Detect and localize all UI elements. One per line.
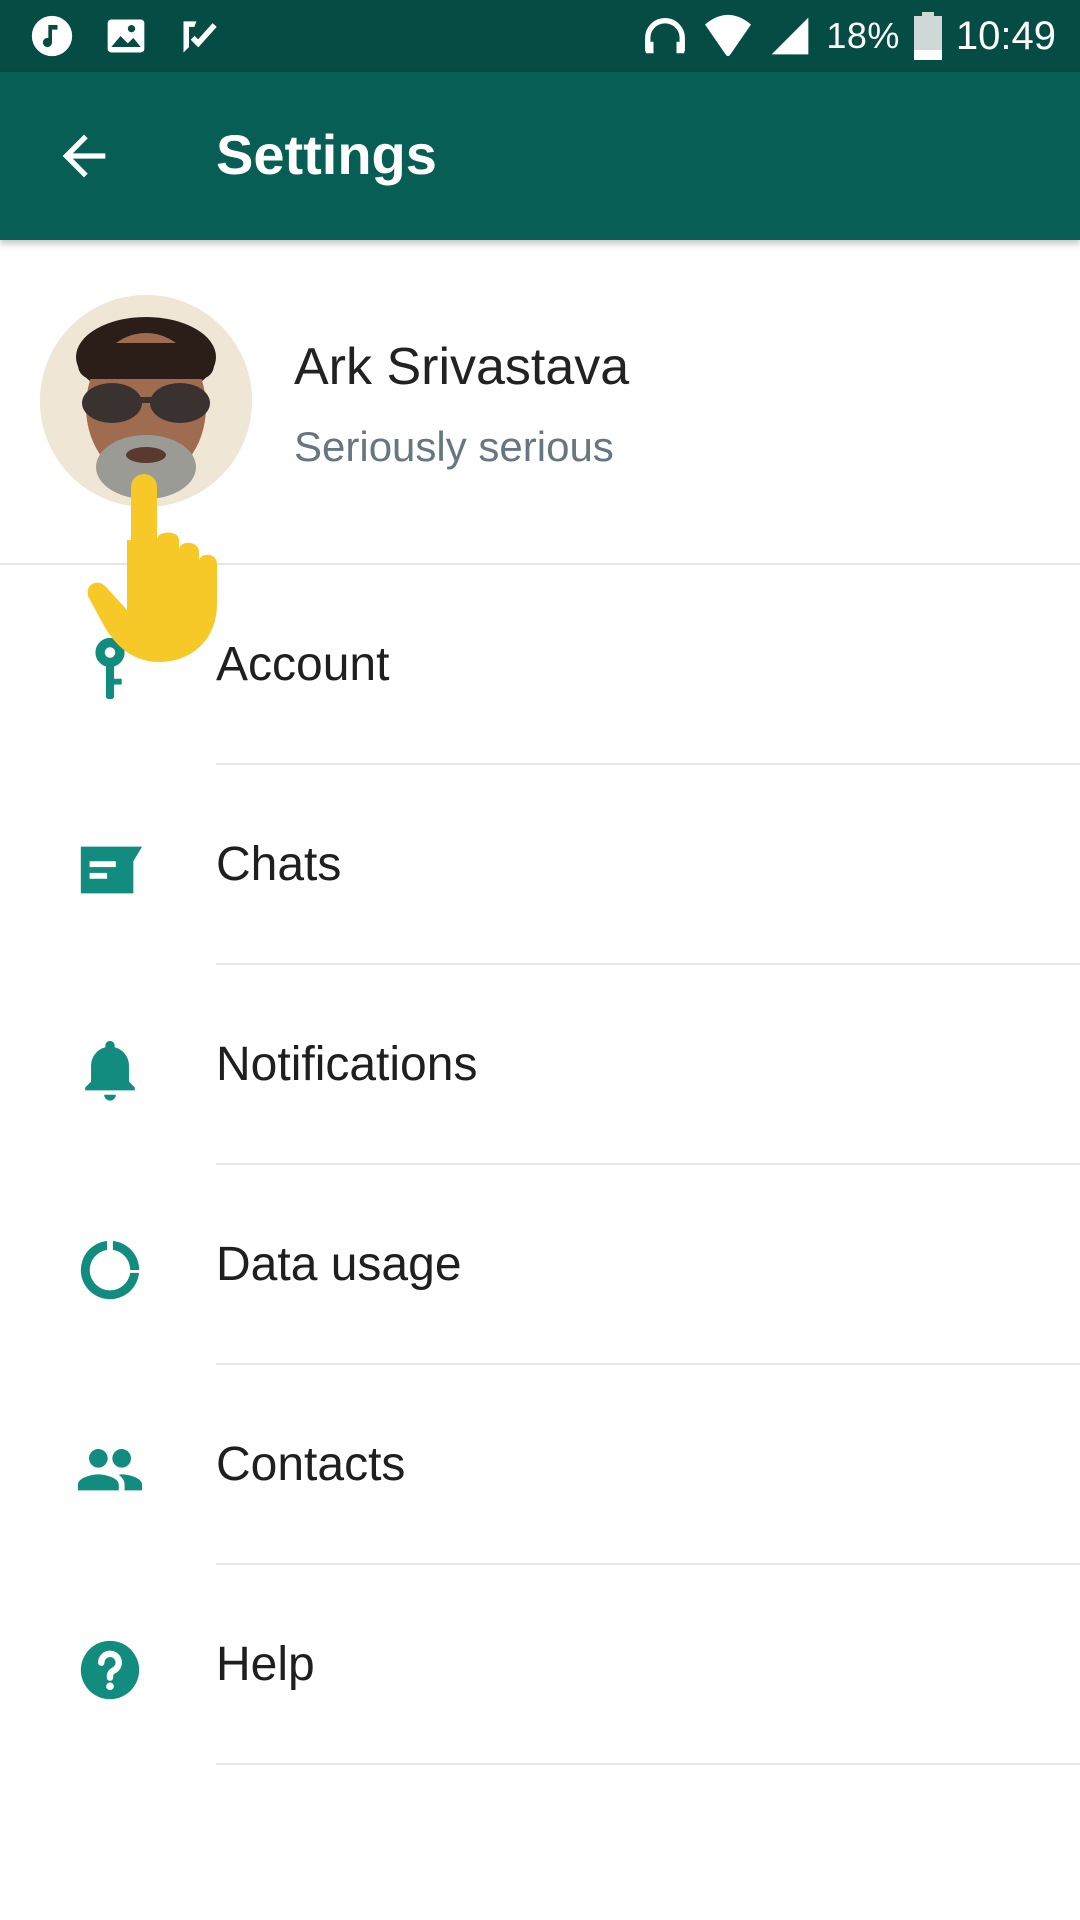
status-bar: 18% 10:49 [0, 0, 1080, 72]
menu-label-help: Help [216, 1638, 315, 1691]
help-icon [80, 1640, 140, 1700]
page-title: Settings [216, 123, 437, 186]
menu-label-account: Account [216, 638, 390, 691]
signal-icon [771, 17, 809, 55]
bell-icon [85, 1040, 135, 1101]
wifi-icon [705, 14, 752, 57]
profile-status: Seriously serious [294, 423, 614, 470]
contacts-icon [77, 1449, 143, 1491]
back-arrow-icon[interactable] [52, 124, 116, 188]
app-bar: Settings [0, 72, 1080, 240]
profile-section[interactable]: Ark Srivastava Seriously serious [0, 240, 1080, 564]
key-icon [95, 637, 125, 700]
clock: 10:49 [955, 13, 1056, 58]
menu-item-notifications[interactable]: Notifications [0, 965, 1080, 1165]
image-notification-icon [107, 19, 145, 53]
battery-icon [913, 12, 942, 60]
menu-label-contacts: Contacts [216, 1438, 406, 1491]
profile-name: Ark Srivastava [294, 338, 630, 396]
music-notification-icon [31, 15, 73, 57]
headphones-icon [645, 17, 686, 54]
menu-item-account[interactable]: Account [0, 565, 1080, 765]
settings-menu: Account Chats Notifications Data usage C… [0, 565, 1080, 1765]
menu-item-contacts[interactable]: Contacts [0, 1365, 1080, 1565]
chat-icon [80, 846, 143, 894]
avatar[interactable] [40, 295, 252, 507]
menu-item-help[interactable]: Help [0, 1565, 1080, 1765]
menu-item-chats[interactable]: Chats [0, 765, 1080, 965]
menu-item-data-usage[interactable]: Data usage [0, 1165, 1080, 1365]
menu-label-notifications: Notifications [216, 1038, 478, 1091]
menu-label-data-usage: Data usage [216, 1238, 462, 1291]
task-notification-icon [183, 21, 217, 53]
divider [216, 1763, 1080, 1765]
data-usage-icon [80, 1240, 140, 1300]
menu-label-chats: Chats [216, 838, 342, 891]
battery-percent: 18% [826, 15, 900, 56]
